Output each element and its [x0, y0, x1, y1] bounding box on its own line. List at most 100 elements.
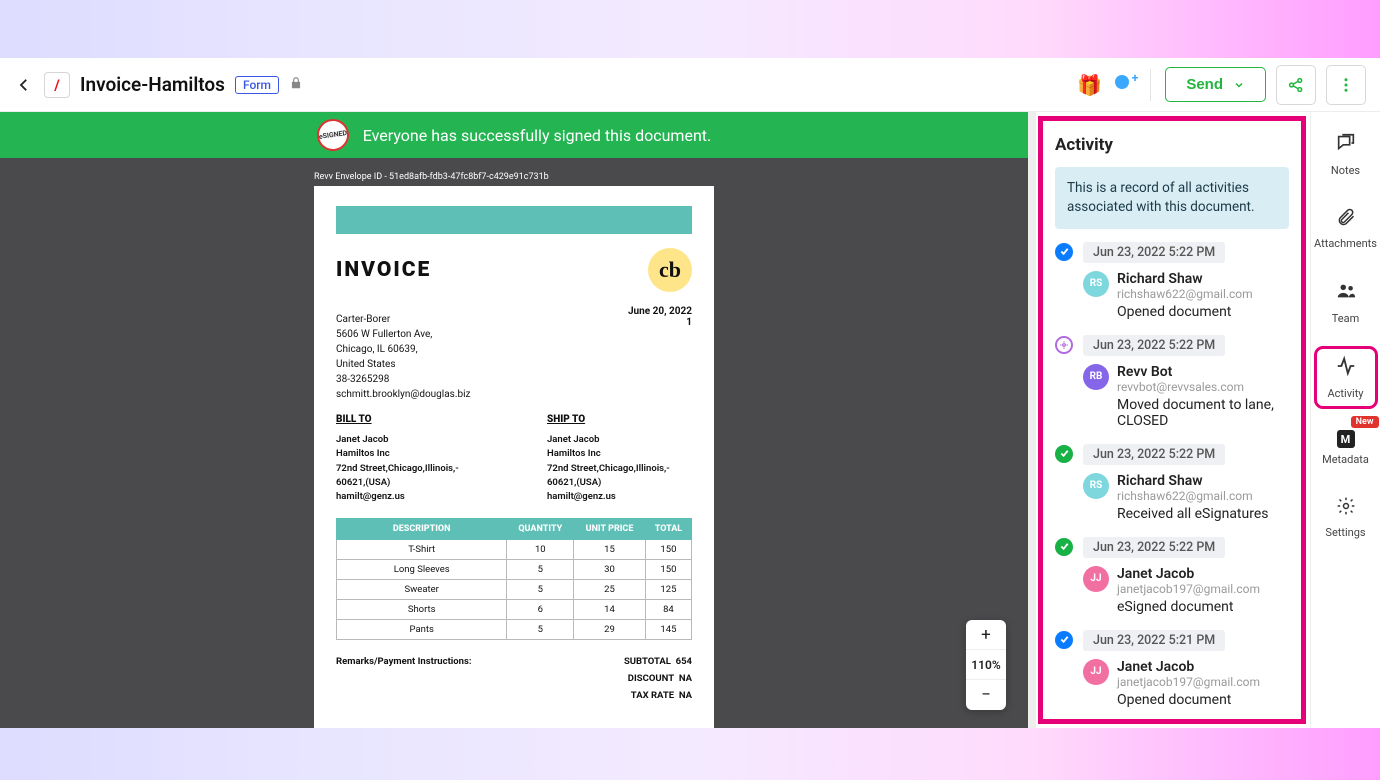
- actor-name: Richard Shaw: [1117, 271, 1253, 287]
- table-cell: 10: [507, 540, 574, 560]
- table-cell: 5: [507, 620, 574, 640]
- ship-to-label: SHIP TO: [547, 414, 692, 425]
- activity-item: Jun 23, 2022 5:22 PMJJJanet Jacobjanetja…: [1055, 536, 1289, 615]
- esigned-seal-icon: eSIGNED: [315, 117, 351, 153]
- table-cell: 6: [507, 600, 574, 620]
- rail-team-label: Team: [1332, 312, 1360, 325]
- invoice-table: DESCRIPTION QUANTITY UNIT PRICE TOTAL T-…: [336, 518, 692, 640]
- avatar: RB: [1083, 364, 1109, 390]
- invoice-date-block: June 20, 2022 1: [628, 306, 692, 328]
- activity-timestamp: Jun 23, 2022 5:22 PM: [1083, 242, 1225, 263]
- activity-timestamp: Jun 23, 2022 5:22 PM: [1083, 444, 1225, 465]
- activity-feed[interactable]: Jun 23, 2022 5:22 PMRSRichard Shawrichsh…: [1055, 241, 1289, 711]
- table-cell: Pants: [337, 620, 507, 640]
- activity-actor: JJJanet Jacobjanetjacob197@gmail.comeSig…: [1083, 566, 1289, 615]
- bill-to-block: BILL TO Janet Jacob Hamiltos Inc 72nd St…: [336, 414, 481, 504]
- actor-email: revvbot@revvsales.com: [1117, 380, 1289, 394]
- rail-metadata-label: Metadata: [1322, 453, 1369, 466]
- rail-settings-label: Settings: [1325, 526, 1365, 539]
- ship-company: Hamiltos Inc: [547, 448, 601, 459]
- notes-icon: [1335, 132, 1357, 159]
- actor-email: janetjacob197@gmail.com: [1117, 675, 1260, 689]
- actor-name: Revv Bot: [1117, 364, 1289, 380]
- doc-type-icon: /: [44, 72, 70, 98]
- table-cell: 125: [645, 580, 691, 600]
- document-canvas[interactable]: eSIGNED Everyone has successfully signed…: [0, 112, 1028, 728]
- avatar: JJ: [1083, 566, 1109, 592]
- table-row: Sweater525125: [337, 580, 692, 600]
- discount-label: DISCOUNT: [628, 673, 674, 684]
- more-button[interactable]: [1326, 65, 1366, 105]
- rail-metadata[interactable]: New M Metadata: [1317, 424, 1375, 472]
- activity-item: Jun 23, 2022 5:22 PM RSRichard Shawrichsh…: [1055, 241, 1289, 320]
- status-icon: [1055, 538, 1073, 556]
- rail-team[interactable]: Team: [1317, 274, 1375, 331]
- avatar: JJ: [1083, 659, 1109, 685]
- attachments-icon: [1336, 207, 1356, 232]
- share-button[interactable]: [1276, 65, 1316, 105]
- scrollbar[interactable]: [1028, 112, 1036, 728]
- bill-email: hamilt@genz.us: [336, 491, 405, 502]
- rail-settings[interactable]: Settings: [1317, 490, 1375, 545]
- rail-attachments-label: Attachments: [1314, 237, 1377, 250]
- rail-activity-label: Activity: [1327, 387, 1363, 400]
- activity-actor: JJJanet Jacobjanetjacob197@gmail.comOpen…: [1083, 659, 1289, 708]
- status-icon: [1055, 336, 1073, 354]
- add-user-icon[interactable]: +: [1112, 73, 1136, 97]
- activity-actor: RSRichard Shawrichshaw622@gmail.comRecei…: [1083, 473, 1289, 522]
- topbar: / Invoice-Hamiltos Form 🎁 + Send: [0, 58, 1380, 112]
- invoice-title: INVOICE: [336, 258, 692, 282]
- actor-name: Janet Jacob: [1117, 566, 1260, 582]
- zoom-value: 110%: [966, 650, 1006, 680]
- activity-action: eSigned document: [1117, 599, 1260, 615]
- actor-email: richshaw622@gmail.com: [1117, 287, 1253, 301]
- table-cell: 29: [574, 620, 646, 640]
- avatar: RS: [1083, 473, 1109, 499]
- totals-block: SUBTOTAL 654 DISCOUNT NA TAX RATE NA: [624, 656, 692, 707]
- rail-notes-label: Notes: [1331, 164, 1360, 177]
- table-cell: 150: [645, 540, 691, 560]
- taxrate-label: TAX RATE: [631, 690, 674, 701]
- table-cell: Shorts: [337, 600, 507, 620]
- rail-activity[interactable]: Activity: [1317, 349, 1375, 406]
- activity-timestamp: Jun 23, 2022 5:22 PM: [1083, 537, 1225, 558]
- ship-address: 72nd Street,Chicago,Illinois,- 60621,(US…: [547, 463, 670, 488]
- ship-to-block: SHIP TO Janet Jacob Hamiltos Inc 72nd St…: [547, 414, 692, 504]
- page-header-bar: [336, 206, 692, 234]
- rail-attachments[interactable]: Attachments: [1317, 201, 1375, 256]
- table-row: T-Shirt1015150: [337, 540, 692, 560]
- sender-line4: 38-3265298: [336, 372, 692, 387]
- sender-email: schmitt.brooklyn@douglas.biz: [336, 387, 692, 402]
- gift-icon[interactable]: 🎁: [1077, 73, 1102, 97]
- table-cell: 15: [574, 540, 646, 560]
- activity-panel: Activity This is a record of all activit…: [1038, 116, 1306, 724]
- right-rail: Notes Attachments Team Activity New M Me…: [1310, 112, 1380, 728]
- table-cell: 25: [574, 580, 646, 600]
- col-unit: UNIT PRICE: [574, 519, 646, 540]
- zoom-control: + 110% −: [966, 620, 1006, 710]
- new-badge: New: [1351, 416, 1379, 428]
- doc-title: Invoice-Hamiltos: [80, 73, 225, 96]
- zoom-out-button[interactable]: −: [966, 680, 1006, 710]
- table-cell: Sweater: [337, 580, 507, 600]
- activity-item: Jun 23, 2022 5:22 PMRBRevv Botrevvbot@re…: [1055, 334, 1289, 429]
- envelope-id: Revv Envelope ID - 51ed8afb-fdb3-47fc8bf…: [314, 172, 714, 182]
- zoom-in-button[interactable]: +: [966, 620, 1006, 650]
- bill-address: 72nd Street,Chicago,Illinois,- 60621,(US…: [336, 463, 459, 488]
- col-qty: QUANTITY: [507, 519, 574, 540]
- discount-value: NA: [679, 673, 692, 684]
- activity-action: Moved document to lane, CLOSED: [1117, 397, 1289, 429]
- taxrate-value: NA: [679, 690, 692, 701]
- activity-actor: RB Revv Botrevvbot@revvsales.com Moved doc…: [1083, 364, 1289, 429]
- activity-actor: RSRichard Shawrichshaw622@gmail.comOpene…: [1083, 271, 1289, 320]
- activity-timestamp: Jun 23, 2022 5:21 PM: [1083, 630, 1225, 651]
- send-button[interactable]: Send: [1165, 67, 1266, 102]
- table-cell: Long Sleeves: [337, 560, 507, 580]
- signed-banner: eSIGNED Everyone has successfully signed…: [0, 112, 1028, 158]
- back-arrow-icon[interactable]: [14, 75, 34, 95]
- actor-name: Richard Shaw: [1117, 473, 1269, 489]
- rail-notes[interactable]: Notes: [1317, 126, 1375, 183]
- subtotal-label: SUBTOTAL: [624, 656, 671, 667]
- send-label: Send: [1186, 76, 1223, 93]
- sender-line2: Chicago, IL 60639,: [336, 342, 692, 357]
